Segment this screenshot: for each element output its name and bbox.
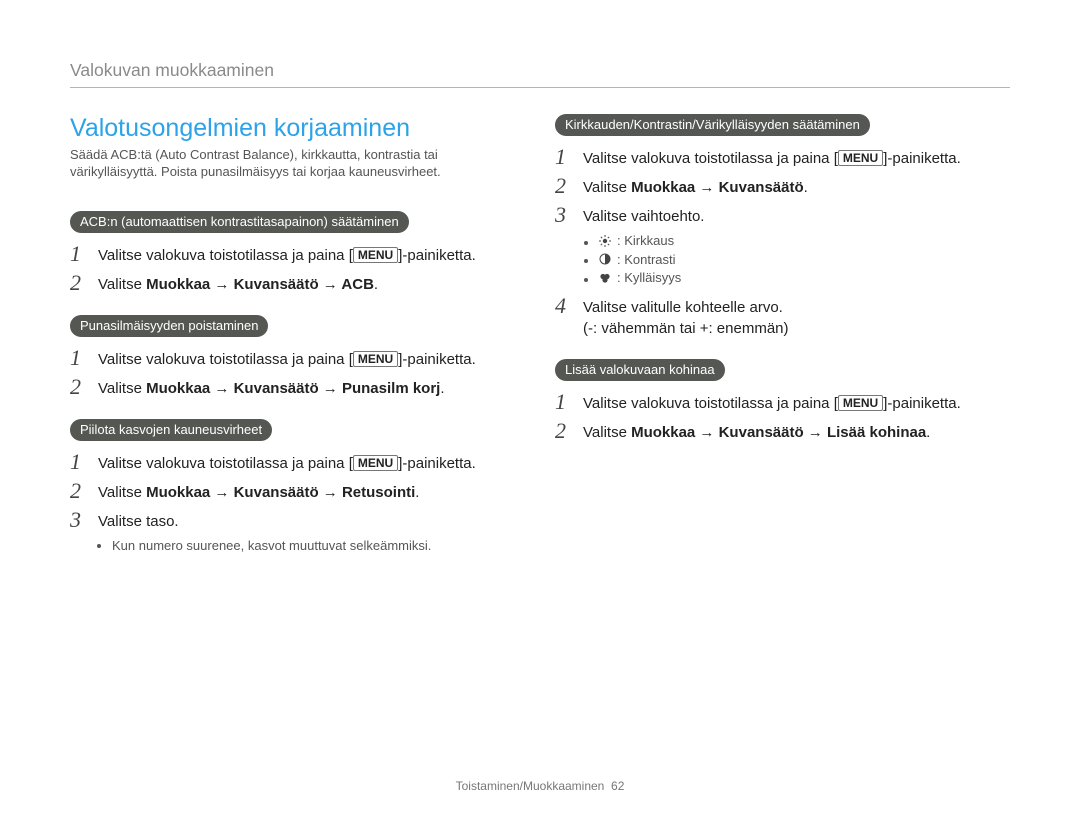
step-text: .: [440, 380, 444, 397]
section-intro: Säädä ACB:tä (Auto Contrast Balance), ki…: [70, 147, 525, 181]
left-column: Valotusongelmien korjaaminen Säädä ACB:t…: [70, 106, 525, 559]
steps-adjust: Valitse valokuva toistotilassa ja paina …: [555, 144, 1010, 231]
step-text: .: [415, 484, 419, 501]
brightness-icon: [599, 235, 611, 247]
step-text: .: [926, 424, 930, 441]
step-bold: Muokkaa → Kuvansäätö → ACB: [146, 276, 374, 293]
menu-key: MENU: [838, 150, 883, 166]
option-label: : Kirkkaus: [617, 233, 674, 248]
footer-page: 62: [611, 779, 624, 793]
step-text: Valitse valokuva toistotilassa ja paina …: [583, 395, 838, 412]
option-label: : Kylläisyys: [617, 270, 681, 285]
step-item: Valitse Muokkaa → Kuvansäätö.: [555, 173, 1010, 202]
step-text: Valitse: [98, 484, 146, 501]
step-bold: Muokkaa → Kuvansäätö → Punasilm korj: [146, 380, 440, 397]
menu-key: MENU: [838, 395, 883, 411]
option-contrast: : Kontrasti: [599, 252, 1010, 269]
step-bold: Muokkaa → Kuvansäätö: [631, 179, 804, 196]
menu-key: MENU: [353, 247, 398, 263]
step-item: Valitse Muokkaa → Kuvansäätö → Retusoint…: [70, 478, 525, 507]
step-item: Valitse vaihtoehto.: [555, 202, 1010, 231]
step-text: ]-painiketta.: [398, 455, 476, 472]
adjust-options: : Kirkkaus : Kontrasti: [599, 233, 1010, 287]
manual-page: Valokuvan muokkaaminen Valotusongelmien …: [0, 0, 1080, 815]
pill-acb: ACB:n (automaattisen kontrastitasapainon…: [70, 211, 409, 233]
option-label: : Kontrasti: [617, 252, 676, 267]
step-text: ]-painiketta.: [398, 247, 476, 264]
step-item: Valitse valokuva toistotilassa ja paina …: [70, 241, 525, 270]
saturation-icon: [599, 272, 611, 284]
step-text: Valitse vaihtoehto.: [583, 208, 704, 225]
step-item: Valitse valokuva toistotilassa ja paina …: [555, 144, 1010, 173]
menu-key: MENU: [353, 455, 398, 471]
step-item: Valitse Muokkaa → Kuvansäätö → Punasilm …: [70, 374, 525, 403]
step-item: Valitse valokuva toistotilassa ja paina …: [555, 389, 1010, 418]
retouch-notes: Kun numero suurenee, kasvot muuttuvat se…: [112, 538, 525, 553]
page-footer: Toistaminen/Muokkaaminen 62: [0, 779, 1080, 793]
breadcrumb: Valokuvan muokkaaminen: [70, 60, 1010, 88]
step-text: ]-painiketta.: [883, 395, 961, 412]
step-text: Valitse: [98, 276, 146, 293]
pill-adjust: Kirkkauden/Kontrastin/Värikylläisyyden s…: [555, 114, 870, 136]
pill-retouch: Piilota kasvojen kauneusvirheet: [70, 419, 272, 441]
step-text: Valitse valokuva toistotilassa ja paina …: [583, 150, 838, 167]
steps-adjust-cont: Valitse valitulle kohteelle arvo. (-: vä…: [555, 293, 1010, 343]
step-item: Valitse valitulle kohteelle arvo. (-: vä…: [555, 293, 1010, 343]
step-text: ]-painiketta.: [398, 351, 476, 368]
step-text: .: [374, 276, 378, 293]
step-item: Valitse Muokkaa → Kuvansäätö → ACB.: [70, 270, 525, 299]
step-text: (-: vähemmän tai +: enemmän): [583, 320, 789, 337]
step-item: Valitse valokuva toistotilassa ja paina …: [70, 345, 525, 374]
menu-key: MENU: [353, 351, 398, 367]
steps-noise: Valitse valokuva toistotilassa ja paina …: [555, 389, 1010, 447]
contrast-icon: [599, 253, 611, 265]
step-text: Valitse valokuva toistotilassa ja paina …: [98, 247, 353, 264]
step-text: Valitse: [98, 380, 146, 397]
step-bold: Muokkaa → Kuvansäätö → Retusointi: [146, 484, 415, 501]
step-text: Valitse valitulle kohteelle arvo.: [583, 299, 783, 316]
footer-section: Toistaminen/Muokkaaminen: [456, 779, 605, 793]
option-saturation: : Kylläisyys: [599, 270, 1010, 287]
pill-noise: Lisää valokuvaan kohinaa: [555, 359, 725, 381]
step-text: Valitse valokuva toistotilassa ja paina …: [98, 455, 353, 472]
steps-redeye: Valitse valokuva toistotilassa ja paina …: [70, 345, 525, 403]
step-item: Valitse valokuva toistotilassa ja paina …: [70, 449, 525, 478]
right-column: Kirkkauden/Kontrastin/Värikylläisyyden s…: [555, 106, 1010, 559]
step-bold: Muokkaa → Kuvansäätö → Lisää kohinaa: [631, 424, 926, 441]
steps-acb: Valitse valokuva toistotilassa ja paina …: [70, 241, 525, 299]
step-text: Valitse: [583, 424, 631, 441]
steps-retouch: Valitse valokuva toistotilassa ja paina …: [70, 449, 525, 536]
step-text: .: [804, 179, 808, 196]
step-item: Valitse taso.: [70, 507, 525, 536]
option-brightness: : Kirkkaus: [599, 233, 1010, 250]
content-columns: Valotusongelmien korjaaminen Säädä ACB:t…: [70, 106, 1010, 559]
step-item: Valitse Muokkaa → Kuvansäätö → Lisää koh…: [555, 418, 1010, 447]
section-title: Valotusongelmien korjaaminen: [70, 114, 525, 143]
step-text: Valitse: [583, 179, 631, 196]
note-item: Kun numero suurenee, kasvot muuttuvat se…: [112, 538, 525, 553]
step-text: ]-painiketta.: [883, 150, 961, 167]
pill-redeye: Punasilmäisyyden poistaminen: [70, 315, 268, 337]
step-text: Valitse valokuva toistotilassa ja paina …: [98, 351, 353, 368]
step-text: Valitse taso.: [98, 513, 179, 530]
